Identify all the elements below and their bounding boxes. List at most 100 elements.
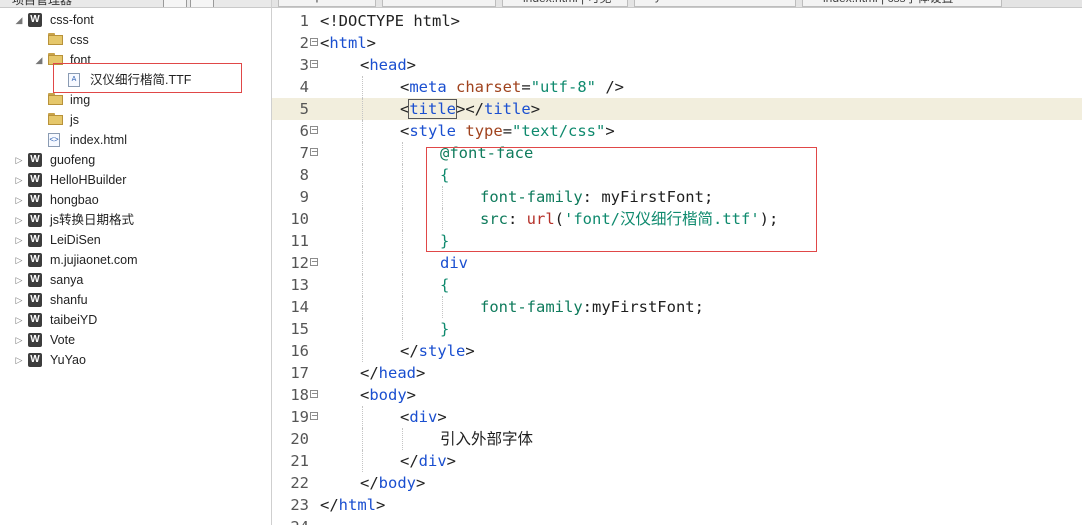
- code-text: <div>: [400, 406, 447, 428]
- expanded-arrow-icon[interactable]: ◢: [34, 50, 44, 70]
- code-line[interactable]: 12− div: [272, 252, 1082, 274]
- tree-item[interactable]: ▷ Wguofeng: [0, 150, 270, 170]
- tree-item[interactable]: ▷ Wshanfu: [0, 290, 270, 310]
- code-token: >: [416, 474, 426, 492]
- code-token: <: [400, 100, 410, 118]
- code-token: html: [338, 496, 376, 514]
- code-token: title: [484, 100, 531, 118]
- tree-item-label: hongbao: [50, 193, 99, 207]
- code-line[interactable]: 18− <body>: [272, 384, 1082, 406]
- collapsed-arrow-icon[interactable]: ▷: [14, 310, 24, 330]
- fold-toggle-icon[interactable]: −: [310, 412, 318, 420]
- code-line[interactable]: 22 </body>: [272, 472, 1082, 494]
- line-number: 18: [290, 386, 309, 404]
- code-text: @font-face: [440, 142, 533, 164]
- tree-item[interactable]: <> index.html: [0, 130, 270, 150]
- line-number: 17: [290, 364, 309, 382]
- tree-item[interactable]: ▷ W YuYao: [0, 350, 270, 370]
- expanded-arrow-icon[interactable]: ◢: [14, 10, 24, 30]
- editor-tab[interactable]: map.html: [278, 0, 376, 7]
- folder-icon: [48, 33, 64, 47]
- tree-item[interactable]: ▷ Whongbao: [0, 190, 270, 210]
- tree-item[interactable]: js: [0, 110, 270, 130]
- indent-guide: [362, 76, 363, 98]
- code-token: div: [418, 452, 447, 470]
- tree-item[interactable]: ▷ Wm.jujiaonet.com: [0, 250, 270, 270]
- tree-item[interactable]: ▷ W Vote: [0, 330, 270, 350]
- code-line[interactable]: 23 </html>: [272, 494, 1082, 516]
- code-line[interactable]: 14 font-family:myFirstFont;: [272, 296, 1082, 318]
- code-line[interactable]: 19− <div>: [272, 406, 1082, 428]
- tree-item[interactable]: ◢ Wcss-font: [0, 10, 270, 30]
- code-line[interactable]: 8{: [272, 164, 1082, 186]
- fold-toggle-icon[interactable]: −: [310, 148, 318, 156]
- header-button[interactable]: [190, 0, 214, 7]
- code-token: </: [320, 496, 339, 514]
- code-line[interactable]: 4 <meta charset="utf-8" />: [272, 76, 1082, 98]
- indent-guide: [402, 274, 403, 296]
- code-line[interactable]: 15}: [272, 318, 1082, 340]
- tree-item[interactable]: ▷ W LeiDiSen: [0, 230, 270, 250]
- code-line[interactable]: 21 </div>: [272, 450, 1082, 472]
- collapsed-arrow-icon[interactable]: ▷: [14, 210, 24, 230]
- code-token: style: [418, 342, 466, 360]
- collapsed-arrow-icon[interactable]: ▷: [14, 190, 24, 210]
- code-token: body: [369, 386, 407, 404]
- header-button[interactable]: [163, 0, 187, 7]
- tree-item[interactable]: ▷ Wsanya: [0, 270, 270, 290]
- tree-item[interactable]: ▷ WtaibeiYD: [0, 310, 270, 330]
- fold-toggle-icon[interactable]: −: [310, 38, 318, 46]
- fold-toggle-icon[interactable]: −: [310, 60, 318, 68]
- code-line[interactable]: 20 引入外部字体: [272, 428, 1082, 450]
- tree-item[interactable]: img: [0, 90, 270, 110]
- code-line[interactable]: 2− <html>: [272, 32, 1082, 54]
- code-text: </div>: [400, 450, 456, 472]
- indent-guide: [362, 428, 363, 450]
- tree-item[interactable]: ▷ Wjs转换日期格式: [0, 210, 270, 230]
- code-line[interactable]: 3− <head>: [272, 54, 1082, 76]
- collapsed-arrow-icon[interactable]: ▷: [14, 350, 24, 370]
- editor-tab[interactable]: yuanshemeishi.html: [634, 0, 796, 7]
- code-token: :myFirstFont;: [582, 298, 704, 316]
- code-line[interactable]: 17 </head>: [272, 362, 1082, 384]
- code-token: 引入外部字体: [440, 430, 534, 448]
- collapsed-arrow-icon[interactable]: ▷: [14, 230, 24, 250]
- code-line[interactable]: 16 </style>: [272, 340, 1082, 362]
- tree-item[interactable]: css: [0, 30, 270, 50]
- code-line[interactable]: 9 font-family: myFirstFont;: [272, 186, 1082, 208]
- code-line[interactable]: 13 {: [272, 274, 1082, 296]
- collapsed-arrow-icon[interactable]: ▷: [14, 170, 24, 190]
- code-line[interactable]: 5 <title></title>: [272, 98, 1082, 120]
- collapsed-arrow-icon[interactable]: ▷: [14, 330, 24, 350]
- code-token: <: [320, 34, 330, 52]
- editor-tab[interactable]: index.css: [382, 0, 496, 7]
- collapsed-arrow-icon[interactable]: ▷: [14, 270, 24, 290]
- code-text: <html>: [320, 32, 376, 54]
- collapsed-arrow-icon[interactable]: ▷: [14, 250, 24, 270]
- code-line[interactable]: 7− @font-face: [272, 142, 1082, 164]
- tree-item[interactable]: ▷ W HelloHBuilder: [0, 170, 270, 190]
- code-editor[interactable]: 1 <!DOCTYPE html> 2− <html> 3− <head> 4 <meta c…: [272, 8, 1082, 525]
- code-token: 'font/汉仪细行楷简.ttf': [564, 210, 760, 228]
- line-number: 3: [299, 56, 309, 74]
- code-token: }: [440, 320, 450, 338]
- code-line[interactable]: 10 src: url('font/汉仪细行楷简.ttf');: [272, 208, 1082, 230]
- code-line[interactable]: 6− <style type="text/css">: [272, 120, 1082, 142]
- line-number: 22: [290, 474, 309, 492]
- editor-tab[interactable]: index.html | 可见: [502, 0, 628, 7]
- fold-toggle-icon[interactable]: −: [310, 258, 318, 266]
- project-icon: W: [28, 213, 42, 227]
- collapsed-arrow-icon[interactable]: ▷: [14, 150, 24, 170]
- fold-toggle-icon[interactable]: −: [310, 126, 318, 134]
- code-text: <meta charset="utf-8" />: [400, 76, 624, 98]
- tree-item-label: sanya: [50, 273, 84, 287]
- collapsed-arrow-icon[interactable]: ▷: [14, 290, 24, 310]
- code-token: {: [440, 276, 450, 294]
- code-line[interactable]: 1 <!DOCTYPE html>: [272, 10, 1082, 32]
- project-explorer-title: 项目管理器: [12, 0, 73, 7]
- editor-tab[interactable]: index.html | css字体设置: [802, 0, 1002, 7]
- line-number: 23: [290, 496, 309, 514]
- fold-toggle-icon[interactable]: −: [310, 390, 318, 398]
- code-line[interactable]: 11}: [272, 230, 1082, 252]
- code-line[interactable]: 24: [272, 516, 1082, 525]
